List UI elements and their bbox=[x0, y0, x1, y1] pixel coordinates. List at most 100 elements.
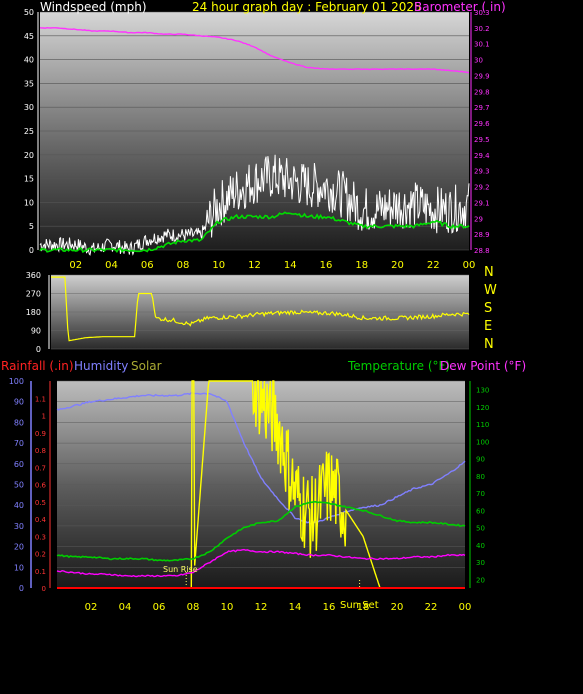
x-tick-label: 00 bbox=[463, 260, 476, 271]
compass-e: E bbox=[484, 319, 493, 334]
barometer-tick-label: 29.9 bbox=[474, 72, 490, 80]
x-tick-label: 22 bbox=[425, 602, 438, 613]
barometer-axis-title: Barometer ( in) bbox=[414, 0, 506, 14]
direction-tick-label: 90 bbox=[31, 327, 41, 336]
wind-tick-label: 0 bbox=[29, 246, 34, 255]
x-tick-label: 04 bbox=[119, 602, 132, 613]
wind-direction-panel: 0 90 180 270 360 bbox=[26, 271, 470, 354]
rain-tick-label: 0.6 bbox=[35, 482, 47, 490]
barometer-tick-label: 29.3 bbox=[474, 168, 490, 176]
weather-charts-svg: 0510152025303540455028.828.92929.129.229… bbox=[9, 8, 490, 613]
barometer-tick-label: 29.5 bbox=[474, 136, 490, 144]
temperature-tick-label: 130 bbox=[476, 387, 489, 395]
x-tick-label: 02 bbox=[69, 260, 82, 271]
temperature-tick-label: 110 bbox=[476, 421, 489, 429]
rain-tick-label: 0.5 bbox=[35, 499, 46, 507]
windspeed-axis-title: Windspeed (mph) bbox=[40, 0, 147, 14]
temperature-tick-label: 70 bbox=[476, 490, 485, 498]
barometer-tick-label: 30 bbox=[474, 57, 483, 65]
temperature-tick-label: 60 bbox=[476, 507, 485, 515]
x-tick-label: 02 bbox=[85, 602, 98, 613]
x-tick-label: 16 bbox=[320, 260, 333, 271]
humidity-tick-label: 30 bbox=[14, 522, 24, 531]
humidity-tick-label: 40 bbox=[14, 501, 24, 510]
temperature-tick-label: 20 bbox=[476, 576, 485, 584]
barometer-tick-label: 28.9 bbox=[474, 231, 490, 239]
compass-s: S bbox=[484, 301, 493, 316]
rain-tick-label: 0.3 bbox=[35, 533, 46, 541]
temperature-tick-label: 120 bbox=[476, 404, 489, 412]
weather-graph-page: 0 5 10 15 20 25 30 35 40 45 50 28.8 28.9 29 29.1 29.2 29… bbox=[0, 0, 583, 694]
temperature-tick-label: 90 bbox=[476, 456, 485, 464]
x-tick-label: 06 bbox=[141, 260, 154, 271]
direction-tick-label: 180 bbox=[26, 308, 41, 317]
x-tick-label: 08 bbox=[187, 602, 200, 613]
wind-tick-label: 40 bbox=[24, 56, 34, 65]
x-tick-label: 12 bbox=[255, 602, 268, 613]
rain-tick-label: 0 bbox=[42, 585, 46, 593]
direction-tick-label: 360 bbox=[26, 271, 41, 280]
temperature-tick-label: 40 bbox=[476, 542, 485, 550]
wind-tick-label: 5 bbox=[29, 222, 34, 231]
temperature-tick-label: 100 bbox=[476, 438, 489, 446]
x-tick-label: 22 bbox=[427, 260, 440, 271]
compass-n-bottom: N bbox=[484, 337, 494, 352]
wind-tick-label: 25 bbox=[24, 127, 34, 136]
sun-rise-label: Sun Rise bbox=[163, 565, 198, 574]
barometer-tick-label: 30.1 bbox=[474, 41, 490, 49]
humidity-tick-label: 80 bbox=[14, 418, 24, 427]
humidity-tick-label: 60 bbox=[14, 460, 24, 469]
humidity-tick-label: 90 bbox=[14, 398, 24, 407]
x-tick-label: 08 bbox=[177, 260, 190, 271]
x-tick-label: 14 bbox=[289, 602, 302, 613]
barometer-tick-label: 29.1 bbox=[474, 199, 490, 207]
temperature-tick-label: 30 bbox=[476, 559, 485, 567]
chart-title: 24 hour graph day : February 01 2025 bbox=[192, 0, 422, 14]
x-tick-label: 04 bbox=[105, 260, 118, 271]
x-tick-label: 10 bbox=[212, 260, 225, 271]
wind-tick-label: 45 bbox=[24, 32, 34, 41]
barometer-tick-label: 29.6 bbox=[474, 120, 490, 128]
x-tick-label: 14 bbox=[284, 260, 297, 271]
compass-w: W bbox=[484, 283, 497, 298]
barometer-tick-label: 29.7 bbox=[474, 104, 490, 112]
rain-tick-label: 0.4 bbox=[35, 516, 47, 524]
humidity-tick-label: 50 bbox=[14, 481, 24, 490]
rain-tick-label: 0.9 bbox=[35, 430, 46, 438]
rain-tick-label: 1 bbox=[42, 413, 46, 421]
barometer-tick-label: 28.8 bbox=[474, 247, 490, 255]
rainfall-axis-title: Rainfall (.in) bbox=[1, 359, 74, 373]
dewpoint-axis-title: Dew Point (°F) bbox=[440, 359, 527, 373]
x-tick-label: 10 bbox=[221, 602, 234, 613]
wind-tick-label: 30 bbox=[24, 103, 34, 112]
barometer-tick-label: 29.4 bbox=[474, 152, 490, 160]
humidity-tick-label: 0 bbox=[19, 584, 24, 593]
temperature-axis-title: Temperature (°F) bbox=[348, 359, 451, 373]
humidity-tick-label: 20 bbox=[14, 543, 24, 552]
sun-set-label: Sun Set bbox=[340, 600, 379, 611]
rain-tick-label: 0.8 bbox=[35, 447, 46, 455]
humidity-tick-label: 100 bbox=[9, 377, 24, 386]
x-tick-label: 16 bbox=[323, 602, 336, 613]
x-tick-label: 18 bbox=[355, 260, 368, 271]
wind-tick-label: 50 bbox=[24, 8, 34, 17]
wind-tick-label: 35 bbox=[24, 79, 34, 88]
compass-n-top: N bbox=[484, 265, 494, 280]
barometer-tick-label: 29.8 bbox=[474, 88, 490, 96]
x-tick-label: 00 bbox=[459, 602, 472, 613]
temperature-tick-label: 80 bbox=[476, 473, 485, 481]
humidity-tick-label: 10 bbox=[14, 563, 24, 572]
x-tick-label: 12 bbox=[248, 260, 261, 271]
wind-barometer-panel: 0 5 10 15 20 25 30 35 40 45 50 28.8 28.9 29 29.1 29.2 29… bbox=[24, 8, 490, 271]
temperature-tick-label: 50 bbox=[476, 525, 485, 533]
rain-tick-label: 0.7 bbox=[35, 464, 46, 472]
humidity-tick-label: 70 bbox=[14, 439, 24, 448]
rain-tick-label: 0.2 bbox=[35, 551, 46, 559]
direction-tick-label: 0 bbox=[36, 345, 41, 354]
x-tick-label: 06 bbox=[153, 602, 166, 613]
temperature-humidity-panel: 010203040506070809010000.10.20.30.40.50.… bbox=[9, 377, 490, 613]
barometer-tick-label: 30.2 bbox=[474, 25, 490, 33]
barometer-tick-label: 29.2 bbox=[474, 184, 490, 192]
humidity-axis-title: Humidity bbox=[74, 359, 129, 373]
direction-tick-label: 270 bbox=[26, 290, 41, 299]
